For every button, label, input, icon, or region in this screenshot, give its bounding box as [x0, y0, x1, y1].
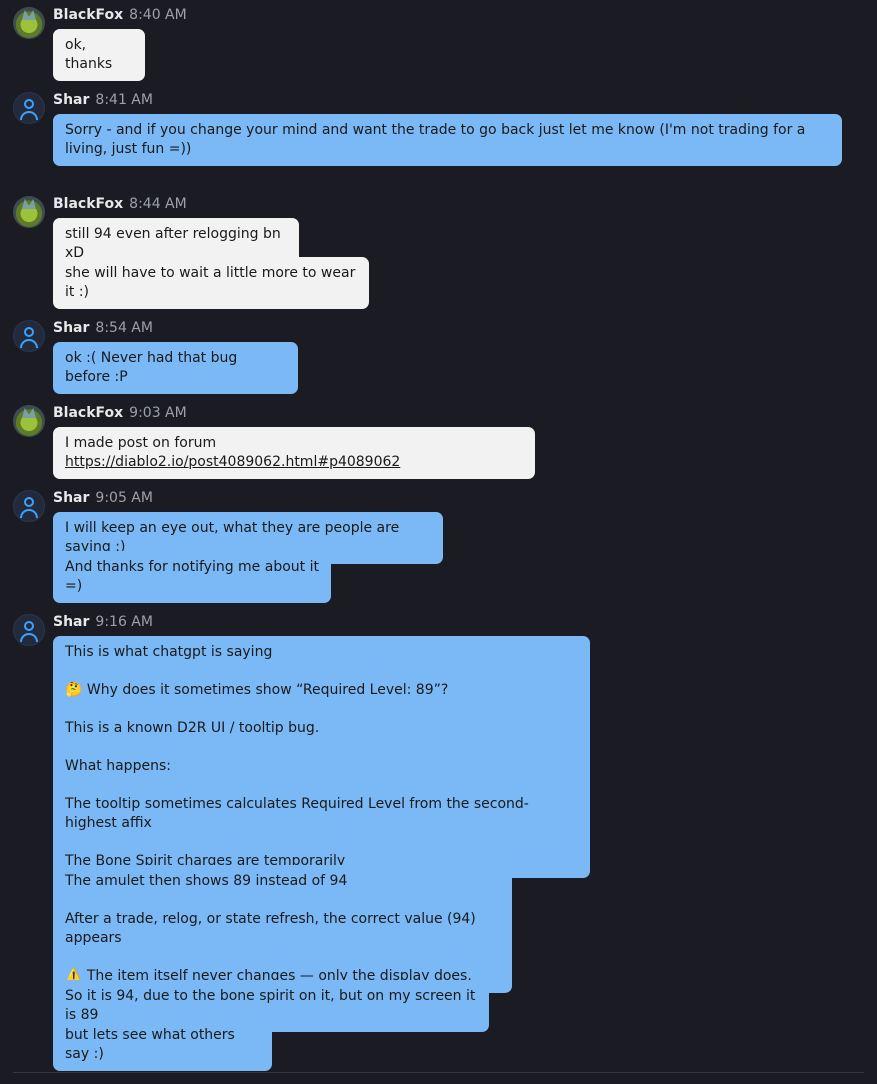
author-name[interactable]: Shar	[53, 614, 89, 630]
chat-log: BlackFox 8:40 AM ok, thanks Shar 8:41 AM S…	[0, 0, 877, 1084]
author-name[interactable]: BlackFox	[53, 7, 123, 23]
message-paragraph: The tooltip sometimes calculates Require…	[65, 796, 529, 831]
message-paragraph: 🤔 Why does it sometimes show “Required L…	[65, 682, 449, 698]
user-avatar-icon[interactable]	[13, 320, 45, 352]
timestamp: 9:03 AM	[129, 405, 187, 421]
timestamp: 8:44 AM	[129, 196, 187, 212]
timestamp: 9:05 AM	[95, 490, 153, 506]
chat-divider	[13, 1072, 864, 1073]
message-bubble[interactable]: The amulet then shows 89 instead of 94 A…	[53, 865, 512, 993]
message-bubble[interactable]: she will have to wait a little more to w…	[53, 257, 369, 309]
message-paragraph: The amulet then shows 89 instead of 94	[65, 873, 348, 889]
message-bubble[interactable]: ok :( Never had that bug before :P	[53, 342, 298, 394]
blackfox-avatar[interactable]	[13, 196, 45, 228]
author-name[interactable]: BlackFox	[53, 405, 123, 421]
message-bubble[interactable]: ok, thanks	[53, 29, 145, 81]
message-paragraph: What happens:	[65, 758, 171, 774]
timestamp: 8:41 AM	[95, 92, 153, 108]
message-bubble[interactable]: And thanks for notifying me about it =)	[53, 551, 331, 603]
message-paragraph: After a trade, relog, or state refresh, …	[65, 911, 476, 946]
message-bubble[interactable]: I made post on forum https://diablo2.io/…	[53, 427, 535, 479]
message-text: I made post on forum	[65, 435, 217, 451]
timestamp: 8:40 AM	[129, 7, 187, 23]
blackfox-avatar[interactable]	[13, 7, 45, 39]
message-paragraph: This is what chatgpt is saying	[65, 644, 273, 660]
message-bubble[interactable]: This is what chatgpt is saying 🤔 Why doe…	[53, 636, 590, 878]
blackfox-avatar[interactable]	[13, 405, 45, 437]
message-bubble[interactable]: but lets see what others say :)	[53, 1019, 272, 1071]
user-avatar-icon[interactable]	[13, 92, 45, 124]
timestamp: 9:16 AM	[95, 614, 153, 630]
message-bubble[interactable]: Sorry - and if you change your mind and …	[53, 114, 842, 166]
timestamp: 8:54 AM	[95, 320, 153, 336]
message-paragraph: This is a known D2R UI / tooltip bug.	[65, 720, 320, 736]
author-name[interactable]: Shar	[53, 92, 89, 108]
author-name[interactable]: Shar	[53, 490, 89, 506]
author-name[interactable]: Shar	[53, 320, 89, 336]
forum-link[interactable]: https://diablo2.io/post4089062.html#p408…	[65, 454, 400, 470]
author-name[interactable]: BlackFox	[53, 196, 123, 212]
user-avatar-icon[interactable]	[13, 490, 45, 522]
user-avatar-icon[interactable]	[13, 614, 45, 646]
